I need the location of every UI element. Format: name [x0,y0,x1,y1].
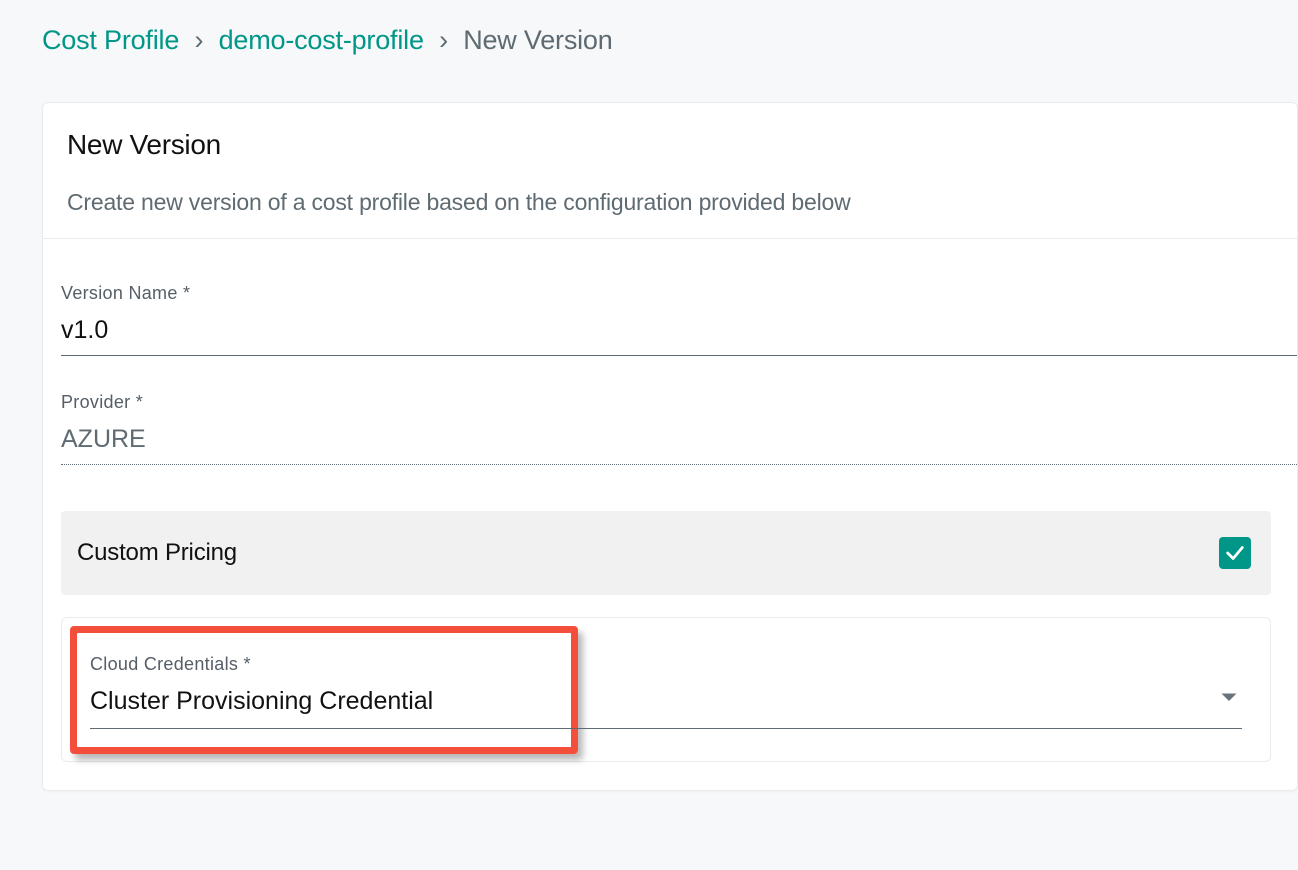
cloud-credentials-card: Cloud Credentials * Cluster Provisioning… [61,617,1271,762]
version-name-label: Version Name * [61,283,1297,304]
provider-input [61,421,1297,465]
card-header: New Version Create new version of a cost… [43,103,1297,239]
card-body: Version Name * Provider * Custom Pricing… [43,239,1297,790]
breadcrumb-parent-link[interactable]: demo-cost-profile [219,25,424,55]
custom-pricing-label: Custom Pricing [77,539,237,567]
provider-field: Provider * [61,392,1297,465]
breadcrumb: Cost Profile › demo-cost-profile › New V… [0,0,1298,66]
custom-pricing-checkbox[interactable] [1219,537,1251,569]
provider-label: Provider * [61,392,1297,413]
breadcrumb-root-link[interactable]: Cost Profile [42,25,179,55]
new-version-card: New Version Create new version of a cost… [42,102,1298,791]
cloud-credentials-label: Cloud Credentials * [90,654,1242,675]
page-subtitle: Create new version of a cost profile bas… [67,189,1273,216]
check-icon [1224,542,1246,564]
breadcrumb-separator: › [431,25,456,55]
custom-pricing-panel: Custom Pricing [61,511,1271,595]
version-name-input[interactable] [61,312,1297,356]
cloud-credentials-selected-value: Cluster Provisioning Credential [90,683,1242,729]
breadcrumb-current: New Version [463,25,612,55]
version-name-field: Version Name * [61,283,1297,356]
page-title: New Version [67,129,1273,161]
cloud-credentials-select[interactable]: Cluster Provisioning Credential [90,683,1242,729]
breadcrumb-separator: › [186,25,211,55]
